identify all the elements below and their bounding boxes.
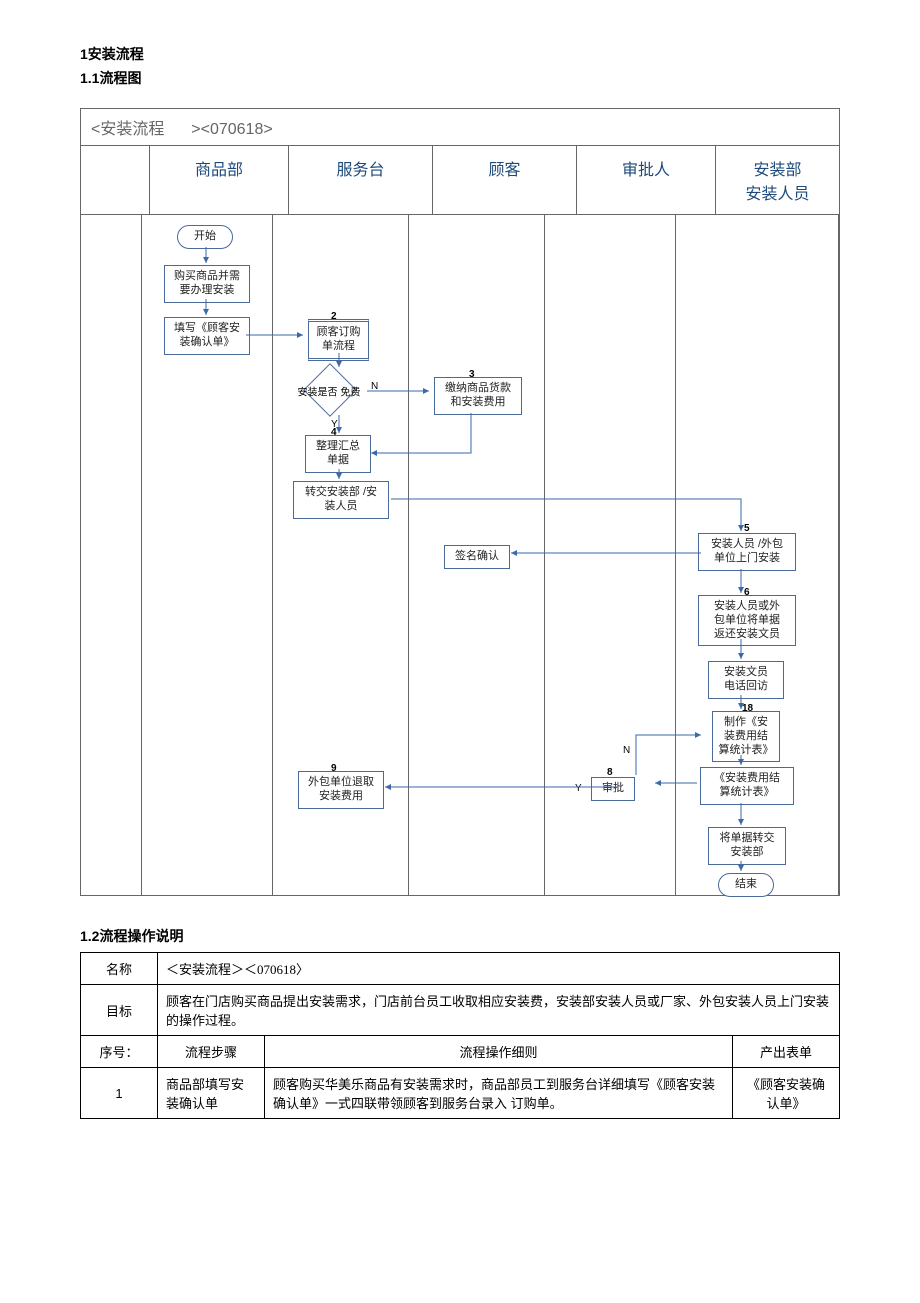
spec-goal-label: 目标: [81, 985, 158, 1036]
heading-1-1: 1.1流程图: [80, 68, 840, 88]
col-step: 流程步骤: [158, 1036, 265, 1068]
node-return-docs: 安装人员或外 包单位将单据 返还安装文员: [698, 595, 796, 646]
spec-table: 名称 ＜安装流程＞＜070618〉 目标 顾客在门店购买商品提出安装需求，门店前…: [80, 952, 840, 1119]
node-callback: 安装文员 电话回访: [708, 661, 784, 699]
node-fill: 填写《顾客安 装确认单》: [164, 317, 250, 355]
swimlane-header: 商品部 服务台 顾客 审批人 安装部 安装人员: [81, 146, 839, 215]
col-out: 产出表单: [733, 1036, 840, 1068]
row1-num: 1: [81, 1068, 158, 1119]
lane-4: 审批人: [577, 146, 716, 214]
row1-out: 《顾客安装确认单》: [733, 1068, 840, 1119]
node-order-sub: 顾客订购 单流程: [308, 319, 369, 361]
lane-5: 安装部 安装人员: [716, 146, 839, 214]
flowchart-container: <安装流程 ><070618> 商品部 服务台 顾客 审批人 安装部 安装人员 …: [80, 108, 840, 896]
table-row: 1 商品部填写安装确认单 顾客购买华美乐商品有安装需求时，商品部员工到服务台详细…: [81, 1068, 840, 1119]
label-y2: Y: [575, 783, 582, 794]
node-buy: 购买商品并需 要办理安装: [164, 265, 250, 303]
lane-body-4: 8 审批 Y N: [545, 215, 676, 895]
row1-step: 商品部填写安装确认单: [158, 1068, 265, 1119]
node-collect: 整理汇总 单据: [305, 435, 371, 473]
label-n: N: [371, 381, 378, 392]
spec-name-value: ＜安装流程＞＜070618〉: [158, 953, 840, 985]
lane-body-5: 5 安装人员 /外包 单位上门安装 6 安装人员或外 包单位将单据 返还安装文员…: [676, 215, 839, 895]
flow-title-right: ><070618>: [191, 121, 272, 138]
spec-goal-value: 顾客在门店购买商品提出安装需求，门店前台员工收取相应安装费，安装部安装人员或厂家…: [158, 985, 840, 1036]
col-detail: 流程操作细则: [265, 1036, 733, 1068]
lane-body-3: 3 缴纳商品货款 和安装费用 签名确认: [409, 215, 545, 895]
lane-body-2: 2 顾客订购 单流程 安装是否 免费 Y N 4 整理汇总 单据 转交安装部 /…: [273, 215, 409, 895]
node-approve: 审批: [591, 777, 635, 801]
col-num: 序号：: [81, 1036, 158, 1068]
node-install: 安装人员 /外包 单位上门安装: [698, 533, 796, 571]
node-end: 结束: [718, 873, 774, 897]
label-n2: N: [623, 745, 630, 756]
spec-name-label: 名称: [81, 953, 158, 985]
flowchart-title: <安装流程 ><070618>: [81, 109, 839, 146]
lane-2: 服务台: [289, 146, 433, 214]
node-stat-table: 《安装费用结 算统计表》: [700, 767, 794, 805]
node-sign: 签名确认: [444, 545, 510, 569]
node-make-table: 制作《安 装费用结 算统计表》: [712, 711, 780, 762]
swimlane-body: 开始 购买商品并需 要办理安装 填写《顾客安 装确认单》 2 顾客订购 单流程 …: [81, 215, 839, 895]
node-back-dept: 将单据转交 安装部: [708, 827, 786, 865]
node-start: 开始: [177, 225, 233, 249]
node-refund: 外包单位退取 安装费用: [298, 771, 384, 809]
heading-1: 1安装流程: [80, 44, 840, 64]
lane-body-1: 开始 购买商品并需 要办理安装 填写《顾客安 装确认单》: [142, 215, 273, 895]
lane-3: 顾客: [433, 146, 577, 214]
row1-detail: 顾客购买华美乐商品有安装需求时，商品部员工到服务台详细填写《顾客安装确认单》一式…: [265, 1068, 733, 1119]
node-transfer: 转交安装部 /安 装人员: [293, 481, 389, 519]
flow-title-left: <安装流程: [91, 121, 164, 138]
node-pay: 缴纳商品货款 和安装费用: [434, 377, 522, 415]
heading-1-2: 1.2流程操作说明: [80, 926, 840, 946]
lane-1: 商品部: [150, 146, 289, 214]
decision-free: 安装是否 免费: [303, 363, 357, 417]
